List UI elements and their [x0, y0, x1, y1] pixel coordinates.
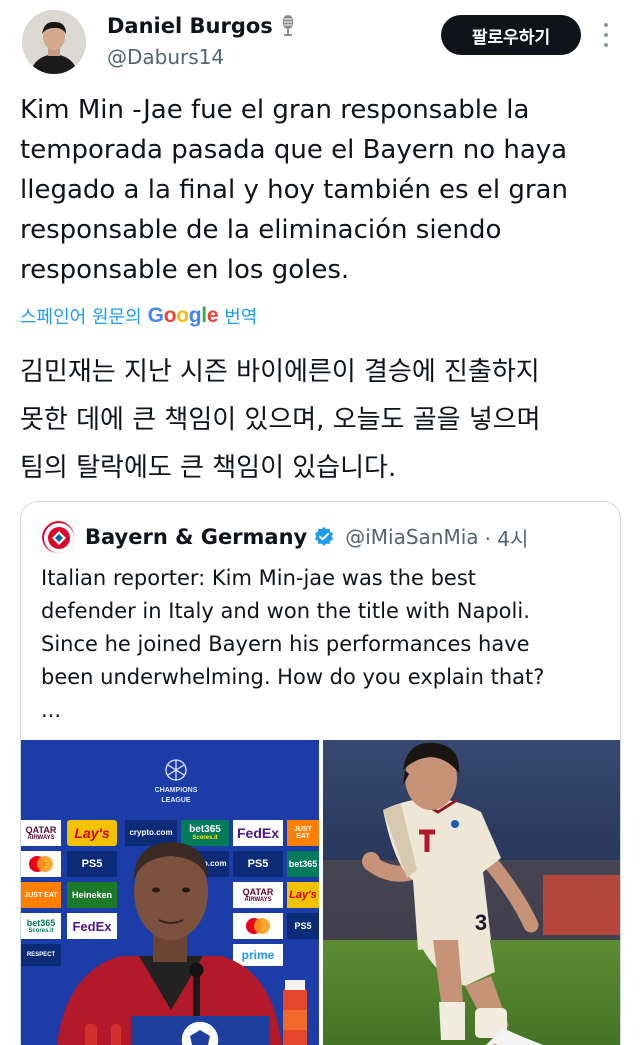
- google-logo: Google: [147, 304, 219, 327]
- quoted-timestamp[interactable]: · 4시: [485, 523, 529, 552]
- tweet-text: Kim Min -Jae fue el gran responsable la …: [20, 95, 568, 285]
- microphone-icon: [282, 15, 293, 36]
- author-avatar[interactable]: [22, 10, 86, 74]
- shirt-number: 3: [474, 910, 488, 935]
- author-handle[interactable]: @Daburs14: [107, 45, 224, 69]
- quoted-handle[interactable]: @iMiaSanMia: [345, 525, 478, 549]
- player-photo[interactable]: 3: [323, 740, 620, 1045]
- author-display-name[interactable]: Daniel Burgos: [107, 14, 273, 38]
- quoted-display-name[interactable]: Bayern & Germany: [85, 525, 307, 549]
- tweet-header: Daniel Burgos @Daburs14 팔로우하기: [0, 0, 640, 86]
- follow-button[interactable]: 팔로우하기: [441, 15, 581, 55]
- verified-badge-icon: [315, 526, 334, 546]
- translate-suffix: 번역: [224, 307, 258, 328]
- quoted-tweet-card[interactable]: Bayern & Germany @iMiaSanMia · 4시 Italia…: [20, 501, 621, 1045]
- translate-prefix: 스페인어 원문의: [20, 307, 142, 328]
- translated-text: 김민재는 지난 시즌 바이에른이 결승에 진출하지 못한 데에 큰 책임이 있으…: [20, 357, 541, 483]
- more-options-icon[interactable]: [598, 20, 614, 50]
- translate-link[interactable]: 스페인어 원문의 Google 번역: [20, 303, 257, 329]
- quoted-author-avatar: [41, 520, 75, 554]
- press-conference-image[interactable]: CHAMPIONS LEAGUE QATAR AIRWAYS Lay's cryp…: [21, 740, 319, 1045]
- quoted-tweet-text: Italian reporter: Kim Min-jae was the be…: [41, 566, 545, 722]
